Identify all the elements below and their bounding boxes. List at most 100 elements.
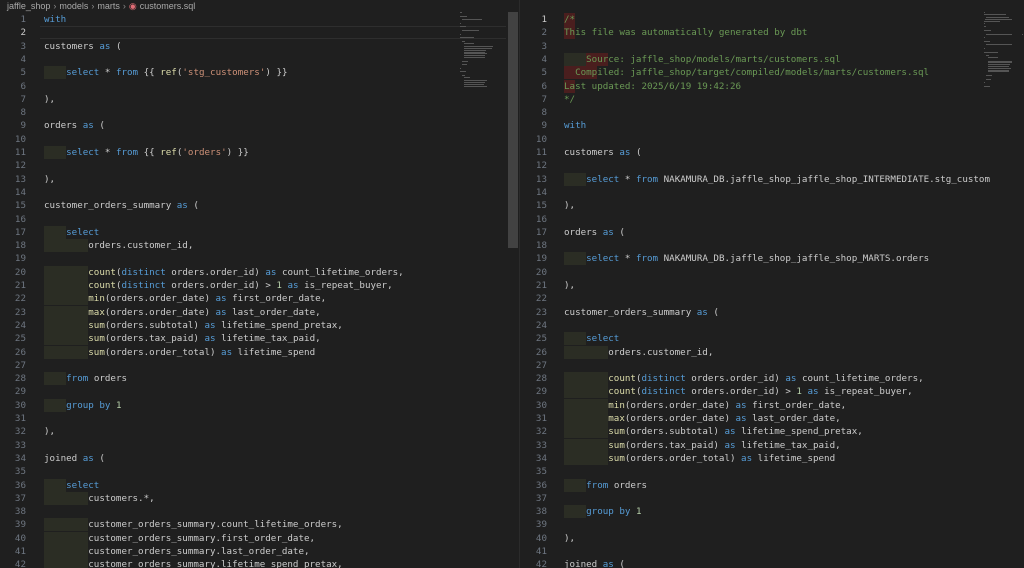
code-line[interactable]: 8 (520, 106, 1024, 119)
code-line[interactable]: 4 (0, 53, 520, 66)
code-line[interactable]: 37 customers.*, (0, 491, 520, 505)
minimap-line (460, 71, 466, 73)
code-line[interactable]: 35 (520, 465, 1024, 478)
code-line[interactable]: 36 select (0, 478, 520, 492)
code-line[interactable]: 27 (520, 359, 1024, 372)
code-line[interactable]: 31 max(orders.order_date) as last_order_… (520, 412, 1024, 425)
left-editor-pane[interactable]: 1 with 2 3 customers as (4 5 select * from {{… (0, 12, 520, 568)
code-line[interactable]: 9 with (520, 119, 1024, 132)
code-line[interactable]: 33 (0, 439, 520, 452)
left-scrollbar[interactable] (508, 12, 518, 568)
code-line[interactable]: 23 max(orders.order_date) as last_order_… (0, 305, 520, 319)
left-minimap[interactable] (460, 12, 512, 102)
code-line[interactable]: 25 sum(orders.tax_paid) as lifetime_tax_… (0, 332, 520, 346)
code-line[interactable]: 10 (520, 133, 1024, 146)
code-line[interactable]: 35 (0, 465, 520, 478)
code-line[interactable]: 18 orders.customer_id, (0, 239, 520, 253)
code-line[interactable]: 12 (0, 159, 520, 172)
code-line[interactable]: 39 (520, 518, 1024, 531)
code-line[interactable]: 31 (0, 412, 520, 425)
code-line[interactable]: 40 customer_orders_summary.first_order_d… (0, 531, 520, 545)
code-line[interactable]: 13), (0, 173, 520, 186)
code-line[interactable]: 17 orders as ( (520, 226, 1024, 239)
code-line[interactable]: 34 joined as ( (0, 452, 520, 465)
code-line[interactable]: 19 (0, 252, 520, 265)
code-line[interactable]: 42 customer_orders_summary.lifetime_spen… (0, 558, 520, 568)
code-line[interactable]: 8 (0, 106, 520, 119)
code-line[interactable]: 11 select * from {{ ref('orders') }} (0, 146, 520, 159)
code-line[interactable]: 37 (520, 492, 1024, 505)
code-line[interactable]: 11 customers as ( (520, 146, 1024, 159)
code-line[interactable]: 22 (520, 292, 1024, 305)
code-line[interactable]: 28 from orders (0, 372, 520, 386)
code-line[interactable]: 24 sum(orders.subtotal) as lifetime_spen… (0, 318, 520, 332)
code-line[interactable]: 38 group by 1 (520, 505, 1024, 519)
code-line[interactable]: 19 select * from NAKAMURA_DB.jaffle_shop… (520, 252, 1024, 266)
code-line[interactable]: 29 count(distinct orders.order_id) > 1 a… (520, 385, 1024, 399)
code-line[interactable]: 21), (520, 279, 1024, 292)
code-line[interactable]: 18 (520, 239, 1024, 252)
line-number: 40 (14, 532, 26, 544)
breadcrumb-item-project[interactable]: jaffle_shop (7, 1, 50, 11)
code-line[interactable]: 41 customer_orders_summary.last_order_da… (0, 545, 520, 558)
code-line[interactable]: 10 (0, 133, 520, 146)
code-line[interactable]: 32 sum(orders.subtotal) as lifetime_spen… (520, 425, 1024, 439)
code-line[interactable]: 7), (0, 93, 520, 106)
code-line[interactable]: 28 count(distinct orders.order_id) as co… (520, 372, 1024, 386)
breadcrumb-item-models[interactable]: models (59, 1, 88, 11)
code-line[interactable]: 14 (520, 186, 1024, 199)
breadcrumb-item-marts[interactable]: marts (97, 1, 120, 11)
code-line[interactable]: 17 select (0, 225, 520, 239)
code-line[interactable]: 26 orders.customer_id, (520, 345, 1024, 359)
code-line[interactable]: 24 (520, 319, 1024, 332)
code-line[interactable]: 22 min(orders.order_date) as first_order… (0, 292, 520, 306)
code-line[interactable]: 4 Source: jaffle_shop/models/marts/custo… (520, 52, 1024, 66)
code-text: select (564, 332, 619, 345)
code-line[interactable]: 41 (520, 545, 1024, 558)
code-line[interactable]: 5 Compiled: jaffle_shop/target/compiled/… (520, 66, 1024, 79)
code-line[interactable]: 36 from orders (520, 478, 1024, 492)
code-line[interactable]: 16 (0, 213, 520, 226)
code-line[interactable]: 42 joined as ( (520, 558, 1024, 568)
code-line[interactable]: 1 with (0, 13, 520, 26)
code-line[interactable]: 21 count(distinct orders.order_id) > 1 a… (0, 279, 520, 292)
code-line[interactable]: 15 customer_orders_summary as ( (0, 199, 520, 212)
code-line[interactable]: 34 sum(orders.order_total) as lifetime_s… (520, 451, 1024, 465)
code-line[interactable]: 13 select * from NAKAMURA_DB.jaffle_shop… (520, 172, 1024, 186)
code-line[interactable]: 9 orders as ( (0, 119, 520, 132)
code-line[interactable]: 3 customers as ( (0, 40, 520, 53)
code-line[interactable]: 7 */ (520, 93, 1024, 106)
code-line[interactable]: 1 /* (520, 13, 1024, 26)
code-line[interactable]: 20 (520, 266, 1024, 279)
code-line[interactable]: 2 (0, 26, 520, 40)
code-line[interactable]: 39 customer_orders_summary.count_lifetim… (0, 518, 520, 532)
code-line[interactable]: 3 (520, 40, 1024, 53)
code-line[interactable]: 5 select * from {{ ref('stg_customers') … (0, 66, 520, 80)
code-line[interactable]: 26 sum(orders.order_total) as lifetime_s… (0, 345, 520, 359)
code-line[interactable]: 30 group by 1 (0, 398, 520, 412)
line-number: 8 (541, 107, 547, 119)
code-line[interactable]: 23 customer_orders_summary as ( (520, 306, 1024, 319)
right-editor-pane[interactable]: 1 /* 2 This file was automatically generate… (520, 12, 1024, 568)
code-line[interactable]: 29 (0, 385, 520, 398)
code-line[interactable]: 12 (520, 159, 1024, 172)
code-line[interactable]: 27 (0, 359, 520, 372)
token: orders.order_id) > (685, 386, 797, 398)
code-line[interactable]: 25 select (520, 332, 1024, 346)
breadcrumb-file[interactable]: customers.sql (140, 1, 196, 11)
code-line[interactable]: 38 (0, 505, 520, 518)
code-line[interactable]: 6 Last updated: 2025/6/19 19:42:26 (520, 80, 1024, 93)
code-line[interactable]: 40), (520, 532, 1024, 545)
left-scroll-thumb[interactable] (508, 12, 518, 248)
code-line[interactable]: 32), (0, 425, 520, 438)
code-line[interactable]: 30 min(orders.order_date) as first_order… (520, 398, 1024, 412)
code-line[interactable]: 15), (520, 199, 1024, 212)
right-scrollbar[interactable] (1012, 12, 1022, 568)
code-line[interactable]: 14 (0, 186, 520, 199)
code-line[interactable]: 2 This file was automatically generated b… (520, 26, 1024, 39)
code-line[interactable]: 6 (0, 80, 520, 93)
code-line[interactable]: 16 (520, 213, 1024, 226)
code-line[interactable]: 33 sum(orders.tax_paid) as lifetime_tax_… (520, 438, 1024, 452)
code-line[interactable]: 20 count(distinct orders.order_id) as co… (0, 265, 520, 279)
